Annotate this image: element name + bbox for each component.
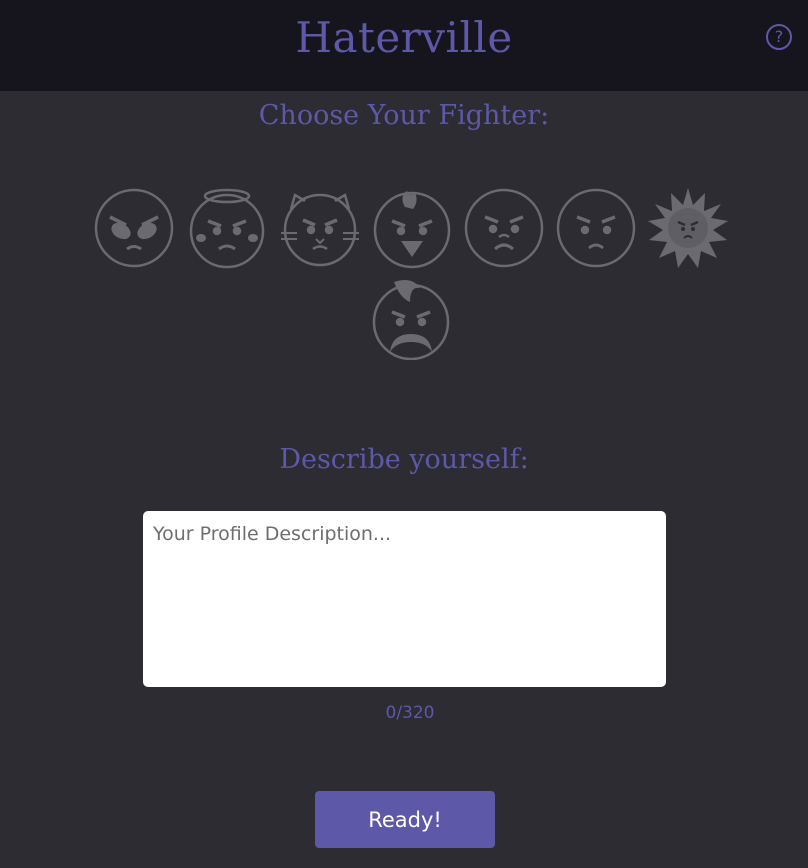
- character-counter: 0/320: [385, 703, 435, 723]
- fighter-angel-icon[interactable]: [186, 187, 268, 269]
- top-bar: Haterville ?: [0, 0, 808, 91]
- fighter-alien-icon[interactable]: [93, 187, 175, 269]
- describe-yourself-title: Describe yourself:: [279, 444, 529, 475]
- fighter-chick-icon[interactable]: [371, 187, 453, 269]
- fighter-mustache-icon[interactable]: [370, 278, 452, 360]
- fighter-snout-icon[interactable]: [463, 187, 545, 269]
- app-title: Haterville: [295, 13, 513, 62]
- choose-fighter-title: Choose Your Fighter:: [258, 100, 550, 131]
- help-button[interactable]: ?: [766, 24, 792, 50]
- fighter-cat-icon[interactable]: [279, 187, 361, 269]
- ready-button[interactable]: Ready!: [315, 791, 495, 848]
- profile-description-input[interactable]: [143, 511, 666, 687]
- fighter-plain-icon[interactable]: [555, 187, 637, 269]
- fighter-sun-icon[interactable]: [647, 187, 729, 269]
